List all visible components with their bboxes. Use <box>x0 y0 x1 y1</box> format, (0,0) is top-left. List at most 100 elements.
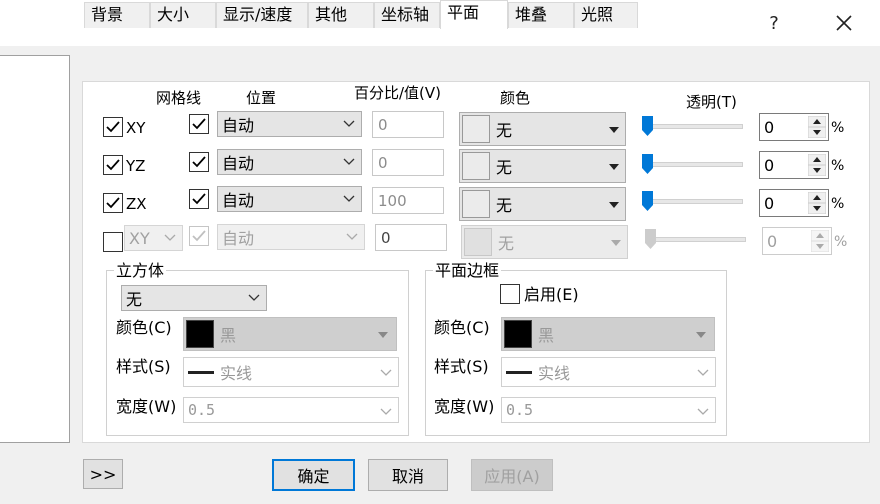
expand-button[interactable]: >> <box>83 459 123 489</box>
tab-background[interactable]: 背景 <box>84 2 150 28</box>
select-value: 自动 <box>222 154 255 173</box>
ok-button[interactable]: 确定 <box>272 459 355 491</box>
line-style-sample <box>506 370 532 374</box>
plane-yz-position-select[interactable]: 自动 <box>217 149 362 175</box>
plane-xy-percent-input[interactable]: 0 <box>372 111 444 138</box>
chevron-down-icon <box>346 233 358 240</box>
chevron-down-icon <box>380 369 392 376</box>
checkmark-icon <box>192 230 206 242</box>
slider-thumb-icon[interactable] <box>642 116 653 136</box>
plane-custom-percent-input[interactable]: 0 <box>375 224 447 251</box>
cube-style-label: 样式(S) <box>116 357 171 376</box>
percent-unit: % <box>831 196 845 212</box>
percent-unit: % <box>831 158 845 174</box>
plane-border-width-label: 宽度(W) <box>434 397 495 416</box>
plane-zx-percent-input[interactable]: 100 <box>372 187 444 214</box>
left-list-panel[interactable] <box>0 55 70 443</box>
color-swatch <box>462 115 490 143</box>
tab-size[interactable]: 大小 <box>150 2 216 28</box>
tab-plane[interactable]: 平面 <box>440 0 508 29</box>
plane-zx-position-select[interactable]: 自动 <box>217 186 362 212</box>
plane-custom-transparency-slider[interactable] <box>648 237 746 242</box>
color-swatch <box>462 152 490 180</box>
checkmark-icon <box>106 121 120 133</box>
plane-custom-checkbox[interactable] <box>103 232 123 252</box>
apply-button[interactable]: 应用(A) <box>471 459 553 491</box>
plane-yz-grid-checkbox[interactable] <box>189 152 209 172</box>
tab-lighting[interactable]: 光照 <box>574 2 638 28</box>
cube-color-select[interactable]: 黑 <box>183 317 397 351</box>
cube-style-select[interactable]: 实线 <box>183 357 399 387</box>
dropdown-triangle-icon <box>609 127 619 133</box>
color-swatch <box>504 320 532 348</box>
color-name: 无 <box>498 234 515 253</box>
color-name: 黑 <box>538 326 555 345</box>
chevron-down-icon <box>343 158 355 165</box>
select-value: 实线 <box>220 364 253 383</box>
plane-xy-transparency-slider[interactable] <box>645 124 743 129</box>
plane-yz-checkbox[interactable] <box>103 155 123 175</box>
plane-custom-axis-select[interactable]: XY <box>124 225 183 251</box>
plane-zx-color-select[interactable]: 无 <box>459 187 626 221</box>
plane-yz-color-select[interactable]: 无 <box>459 149 626 183</box>
color-name: 无 <box>496 158 513 177</box>
plane-zx-grid-checkbox[interactable] <box>189 189 209 209</box>
dropdown-triangle-icon <box>609 202 619 208</box>
spinner-value: 0 <box>767 231 778 251</box>
plane-custom-position-select[interactable]: 自动 <box>217 224 365 250</box>
tab-display-speed[interactable]: 显示/速度 <box>216 2 308 28</box>
plane-custom-grid-checkbox[interactable] <box>189 226 209 246</box>
plane-border-enable-checkbox[interactable] <box>500 284 520 304</box>
plane-zx-transparency-spinner[interactable]: 0 <box>759 189 829 217</box>
chevron-down-icon <box>164 234 176 241</box>
plane-custom-transparency-spinner[interactable]: 0 <box>762 227 832 255</box>
chevron-down-icon <box>697 369 709 376</box>
spinner-arrows-icon[interactable] <box>808 192 826 214</box>
color-name: 无 <box>496 196 513 215</box>
chevron-down-icon <box>380 408 392 415</box>
chevron-down-icon <box>697 408 709 415</box>
select-value: XY <box>129 228 150 248</box>
chevron-down-icon <box>343 195 355 202</box>
plane-yz-transparency-spinner[interactable]: 0 <box>759 151 829 179</box>
checkmark-icon <box>192 118 206 130</box>
spinner-arrows-icon[interactable] <box>808 116 826 138</box>
slider-thumb-icon[interactable] <box>642 154 653 174</box>
tab-axis[interactable]: 坐标轴 <box>374 2 440 28</box>
plane-xy-checkbox[interactable] <box>103 117 123 137</box>
dropdown-triangle-icon <box>378 332 388 338</box>
plane-border-width-select[interactable]: 0.5 <box>501 397 716 423</box>
close-button[interactable] <box>824 8 864 38</box>
select-value: 自动 <box>222 229 255 248</box>
cube-type-select[interactable]: 无 <box>121 285 267 311</box>
help-button[interactable]: ? <box>754 8 794 38</box>
dropdown-triangle-icon <box>609 164 619 170</box>
slider-thumb-icon[interactable] <box>645 229 656 249</box>
plane-xy-transparency-spinner[interactable]: 0 <box>759 113 829 141</box>
plane-zx-checkbox[interactable] <box>103 193 123 213</box>
plane-yz-transparency-slider[interactable] <box>645 162 743 167</box>
plane-zx-transparency-slider[interactable] <box>645 199 743 204</box>
plane-xy-grid-checkbox[interactable] <box>189 114 209 134</box>
plane-border-style-select[interactable]: 实线 <box>501 357 716 387</box>
line-style-sample <box>188 370 214 374</box>
plane-custom-color-select[interactable]: 无 <box>461 225 628 259</box>
spinner-arrows-icon[interactable] <box>808 154 826 176</box>
tab-other[interactable]: 其他 <box>308 2 374 28</box>
tab-stack[interactable]: 堆叠 <box>508 2 574 28</box>
plane-border-color-select[interactable]: 黑 <box>501 317 715 351</box>
dropdown-triangle-icon <box>696 332 706 338</box>
spinner-value: 0 <box>764 193 775 213</box>
slider-thumb-icon[interactable] <box>642 191 653 211</box>
cancel-button[interactable]: 取消 <box>368 459 448 491</box>
plane-yz-label: YZ <box>126 157 146 175</box>
color-swatch <box>462 190 490 218</box>
dropdown-triangle-icon <box>611 240 621 246</box>
cube-width-select[interactable]: 0.5 <box>183 397 399 423</box>
select-value: 自动 <box>222 191 255 210</box>
plane-yz-percent-input[interactable]: 0 <box>372 149 444 176</box>
spinner-arrows-icon[interactable] <box>811 230 829 252</box>
plane-xy-position-select[interactable]: 自动 <box>217 111 362 137</box>
plane-border-color-label: 颜色(C) <box>434 318 490 337</box>
plane-xy-color-select[interactable]: 无 <box>459 112 626 146</box>
